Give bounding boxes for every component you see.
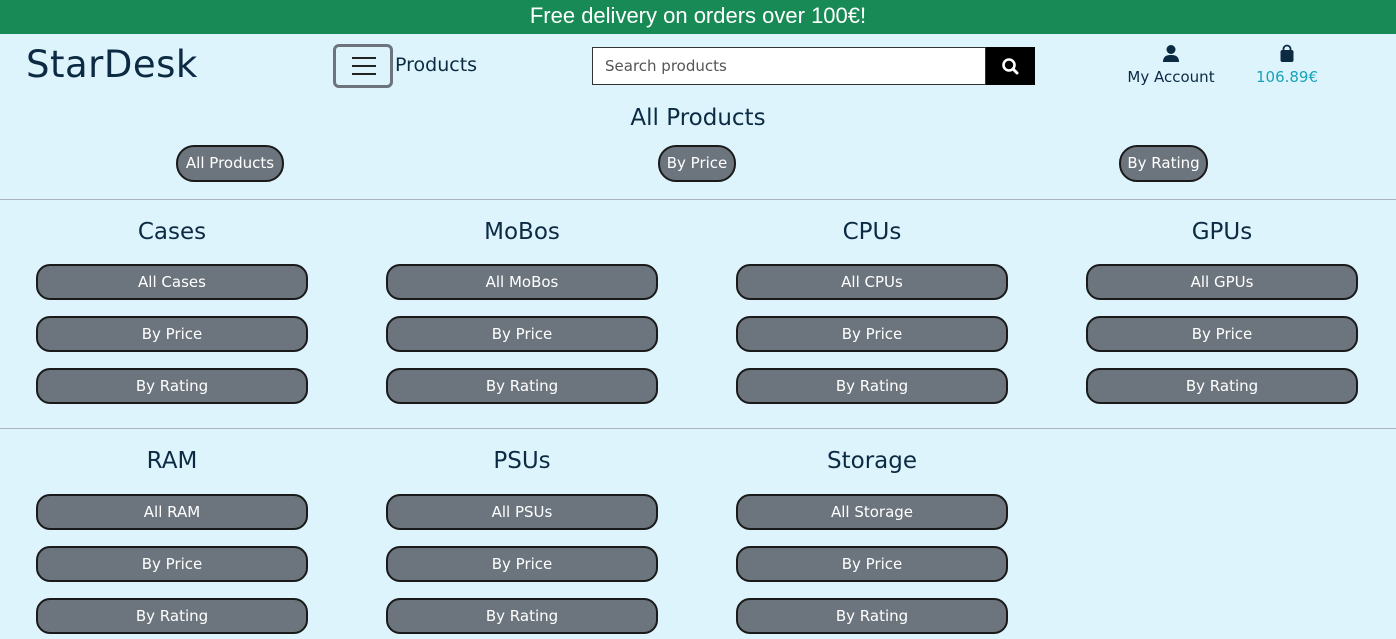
- cpus-by-price-button[interactable]: By Price: [736, 316, 1008, 352]
- cases-title: Cases: [137, 219, 207, 245]
- ram-title: RAM: [146, 448, 198, 474]
- all-psus-button[interactable]: All PSUs: [386, 494, 658, 530]
- hamburger-icon: [352, 73, 376, 75]
- psus-by-rating-button[interactable]: By Rating: [386, 598, 658, 634]
- hamburger-icon: [352, 65, 376, 67]
- my-account-link[interactable]: My Account: [1120, 44, 1222, 86]
- section-divider: [0, 199, 1396, 200]
- ram-by-rating-button[interactable]: By Rating: [36, 598, 308, 634]
- all-products-title: All Products: [630, 105, 766, 131]
- gpus-title: GPUs: [1191, 219, 1253, 245]
- hamburger-icon: [352, 57, 376, 59]
- storage-title: Storage: [827, 448, 917, 474]
- search-icon: [1002, 58, 1019, 75]
- all-ram-button[interactable]: All RAM: [36, 494, 308, 530]
- delivery-banner: Free delivery on orders over 100€!: [0, 0, 1396, 34]
- site-logo[interactable]: StarDesk: [26, 43, 198, 86]
- all-products-by-rating-button[interactable]: By Rating: [1119, 145, 1208, 182]
- psus-by-price-button[interactable]: By Price: [386, 546, 658, 582]
- shopping-bag-link[interactable]: 106.89€: [1252, 44, 1322, 86]
- search-input[interactable]: [592, 47, 986, 85]
- products-menu-label[interactable]: Products: [395, 54, 477, 76]
- shopping-bag-icon: [1280, 44, 1294, 62]
- cpus-title: CPUs: [842, 219, 902, 245]
- all-storage-button[interactable]: All Storage: [736, 494, 1008, 530]
- all-products-by-price-button[interactable]: By Price: [658, 145, 736, 182]
- mobos-title: MoBos: [484, 219, 560, 245]
- menu-toggle-button[interactable]: [333, 44, 393, 88]
- psus-title: PSUs: [493, 448, 551, 474]
- cases-by-rating-button[interactable]: By Rating: [36, 368, 308, 404]
- cases-by-price-button[interactable]: By Price: [36, 316, 308, 352]
- all-products-button[interactable]: All Products: [176, 145, 284, 182]
- all-cases-button[interactable]: All Cases: [36, 264, 308, 300]
- account-label: My Account: [1127, 68, 1215, 86]
- all-mobos-button[interactable]: All MoBos: [386, 264, 658, 300]
- section-divider: [0, 428, 1396, 429]
- mobos-by-rating-button[interactable]: By Rating: [386, 368, 658, 404]
- gpus-by-price-button[interactable]: By Price: [1086, 316, 1358, 352]
- ram-by-price-button[interactable]: By Price: [36, 546, 308, 582]
- search-button[interactable]: [986, 47, 1035, 85]
- all-cpus-button[interactable]: All CPUs: [736, 264, 1008, 300]
- storage-by-rating-button[interactable]: By Rating: [736, 598, 1008, 634]
- gpus-by-rating-button[interactable]: By Rating: [1086, 368, 1358, 404]
- storage-by-price-button[interactable]: By Price: [736, 546, 1008, 582]
- bag-total: 106.89€: [1255, 68, 1319, 86]
- all-gpus-button[interactable]: All GPUs: [1086, 264, 1358, 300]
- mobos-by-price-button[interactable]: By Price: [386, 316, 658, 352]
- user-icon: [1163, 45, 1179, 62]
- cpus-by-rating-button[interactable]: By Rating: [736, 368, 1008, 404]
